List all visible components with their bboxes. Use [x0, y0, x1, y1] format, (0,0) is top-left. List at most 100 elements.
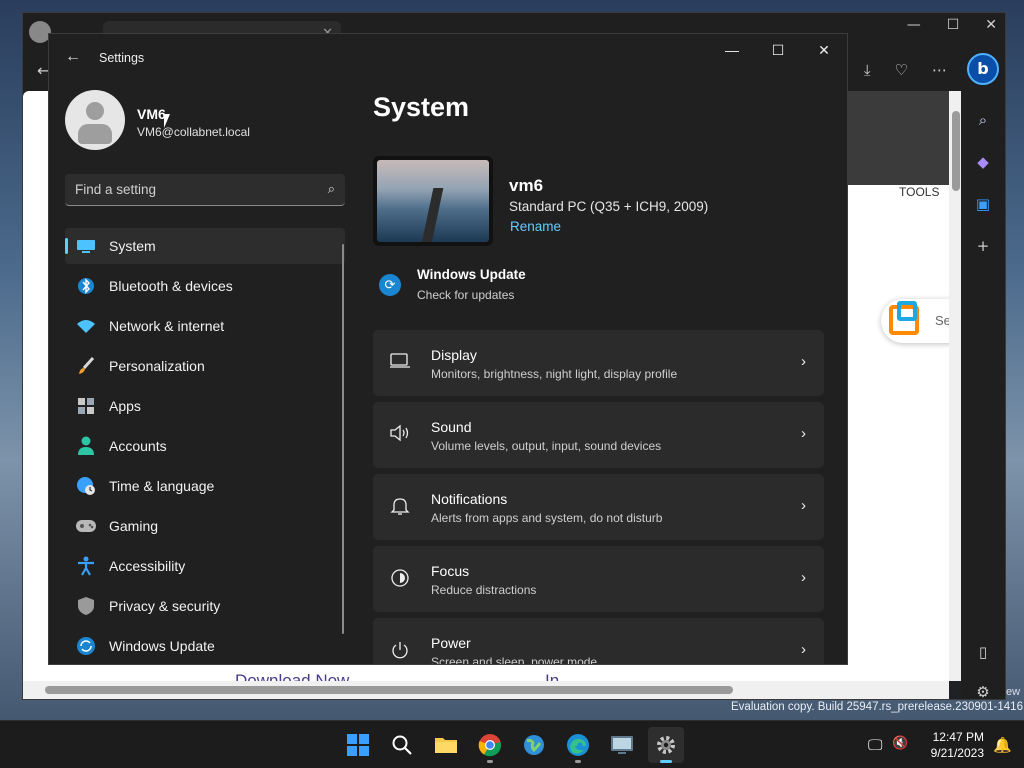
sidebar-outlook-icon[interactable]: ▣	[973, 195, 993, 215]
card-subtitle: Volume levels, output, input, sound devi…	[431, 439, 662, 453]
browser-vertical-thumb[interactable]	[952, 111, 960, 191]
browser-minimize-icon[interactable]: —	[907, 17, 921, 33]
browser-tool-icons: ⤓ ♡ ⋯	[864, 61, 947, 79]
tools-label[interactable]: TOOLS	[899, 185, 939, 199]
sidebar-item-personalization[interactable]: Personalization	[65, 348, 345, 384]
sidebar-nav: System Bluetooth & devices Network & int…	[65, 228, 345, 664]
browser-horizontal-thumb[interactable]	[45, 686, 733, 694]
card-sound[interactable]: Sound Volume levels, output, input, soun…	[373, 402, 824, 468]
windows-update-subtitle: Check for updates	[417, 288, 515, 302]
search-input[interactable]	[75, 182, 305, 197]
back-arrow-icon[interactable]: ←	[65, 48, 81, 66]
profile-email: VM6@collabnet.local	[137, 125, 250, 139]
sidebar-item-accessibility[interactable]: Accessibility	[65, 548, 345, 584]
gamepad-icon	[75, 515, 97, 537]
card-title: Power	[431, 635, 471, 651]
card-subtitle: Alerts from apps and system, do not dist…	[431, 511, 663, 525]
sidebar-item-bluetooth[interactable]: Bluetooth & devices	[65, 268, 345, 304]
browser-close-icon[interactable]: ✕	[985, 17, 997, 33]
bing-copilot-icon[interactable]: b	[967, 53, 999, 85]
card-focus[interactable]: Focus Reduce distractions ›	[373, 546, 824, 612]
sidebar-add-icon[interactable]: +	[973, 237, 993, 257]
sidebar-games-icon[interactable]: ◆	[973, 153, 993, 173]
minimize-button[interactable]: —	[709, 34, 755, 66]
sidebar-item-windows-update[interactable]: Windows Update	[65, 628, 345, 664]
card-subtitle: Monitors, brightness, night light, displ…	[431, 367, 678, 381]
rename-link[interactable]: Rename	[510, 219, 561, 234]
bell-icon	[389, 496, 411, 518]
chevron-right-icon: ›	[801, 353, 806, 370]
card-power[interactable]: Power Screen and sleep, power mode ›	[373, 618, 824, 664]
clock-date: 9/21/2023	[930, 746, 984, 760]
card-display[interactable]: Display Monitors, brightness, night ligh…	[373, 330, 824, 396]
sidebar-item-privacy-security[interactable]: Privacy & security	[65, 588, 345, 624]
network-status-icon[interactable]: 🖵	[868, 736, 882, 754]
browser-sidebar: b ⌕ ◆ ▣ + ▯ ⚙	[961, 49, 1005, 701]
sidebar-settings-icon[interactable]: ⚙	[973, 683, 993, 703]
apps-icon	[75, 395, 97, 417]
accessibility-icon	[75, 555, 97, 577]
sidebar-item-apps[interactable]: Apps	[65, 388, 345, 424]
taskbar-apps	[340, 727, 684, 763]
settings-window: ← Settings — ☐ ✕ VM6 VM6@collabnet.local…	[48, 33, 848, 665]
browser-horizontal-scrollbar[interactable]	[23, 681, 949, 699]
sidebar-item-network[interactable]: Network & internet	[65, 308, 345, 344]
sidebar-item-gaming[interactable]: Gaming	[65, 508, 345, 544]
windows-update-title[interactable]: Windows Update	[417, 267, 526, 282]
speaker-icon	[389, 424, 411, 446]
start-button[interactable]	[340, 727, 376, 763]
settings-cards: Display Monitors, brightness, night ligh…	[373, 330, 824, 664]
sidebar-item-accounts[interactable]: Accounts	[65, 428, 345, 464]
edge-partial-text: ew	[1006, 686, 1021, 698]
search-icon	[392, 735, 412, 755]
avatar-head	[86, 102, 104, 120]
device-name: vm6	[509, 176, 544, 195]
taskbar-search-button[interactable]	[384, 727, 420, 763]
maximize-button[interactable]: ☐	[755, 34, 801, 66]
sidebar-toggle-icon[interactable]: ▯	[973, 643, 993, 663]
browser-maximize-icon[interactable]: ☐	[947, 17, 960, 33]
evaluation-watermark: Evaluation copy. Build 25947.rs_prerelea…	[731, 701, 1023, 713]
file-explorer-button[interactable]	[428, 727, 464, 763]
system-tray: 🖵 🔇 12:47 PM 9/21/2023 🔔	[854, 721, 1024, 768]
maps-app-button[interactable]	[516, 727, 552, 763]
sidebar-item-time-language[interactable]: Time & language	[65, 468, 345, 504]
card-subtitle: Reduce distractions	[431, 583, 537, 597]
remote-app-button[interactable]	[604, 727, 640, 763]
sidebar-item-system[interactable]: System	[65, 228, 345, 264]
brush-icon	[75, 355, 97, 377]
health-icon[interactable]: ♡	[895, 61, 908, 79]
notification-bell-icon[interactable]: 🔔	[993, 736, 1012, 754]
focus-icon	[389, 568, 411, 590]
profile-name: VM6	[137, 106, 166, 122]
chevron-right-icon: ›	[801, 425, 806, 442]
device-thumbnail	[373, 156, 493, 246]
profile-avatar[interactable]	[65, 90, 125, 150]
close-button[interactable]: ✕	[801, 34, 847, 66]
settings-taskbar-button[interactable]	[648, 727, 684, 763]
taskbar: 🖵 🔇 12:47 PM 9/21/2023 🔔	[0, 720, 1024, 768]
window-title: Settings	[99, 51, 145, 65]
windows-update-icon[interactable]: ⟳	[379, 274, 401, 296]
chrome-button[interactable]	[472, 727, 508, 763]
sidebar-item-label: Time & language	[109, 478, 215, 494]
clock[interactable]: 12:47 PM 9/21/2023	[931, 729, 984, 761]
chevron-right-icon: ›	[801, 497, 806, 514]
windows-logo-icon	[347, 734, 369, 756]
search-icon[interactable]: ⌕	[328, 181, 335, 197]
download-icon[interactable]: ⤓	[864, 61, 871, 79]
edge-button[interactable]	[560, 727, 596, 763]
display-icon	[389, 352, 411, 374]
promo-logo-inner-icon	[897, 301, 917, 321]
card-notifications[interactable]: Notifications Alerts from apps and syste…	[373, 474, 824, 540]
nav-scrollbar[interactable]	[342, 244, 344, 634]
chevron-right-icon: ›	[801, 569, 806, 586]
chevron-right-icon: ›	[801, 641, 806, 658]
sidebar-search-icon[interactable]: ⌕	[973, 111, 993, 131]
folder-icon	[435, 738, 457, 753]
volume-muted-icon[interactable]: 🔇	[892, 736, 908, 751]
sidebar-item-label: Gaming	[109, 518, 159, 534]
search-box[interactable]: ⌕	[65, 174, 345, 206]
shield-icon	[75, 595, 97, 617]
more-icon[interactable]: ⋯	[932, 61, 947, 79]
